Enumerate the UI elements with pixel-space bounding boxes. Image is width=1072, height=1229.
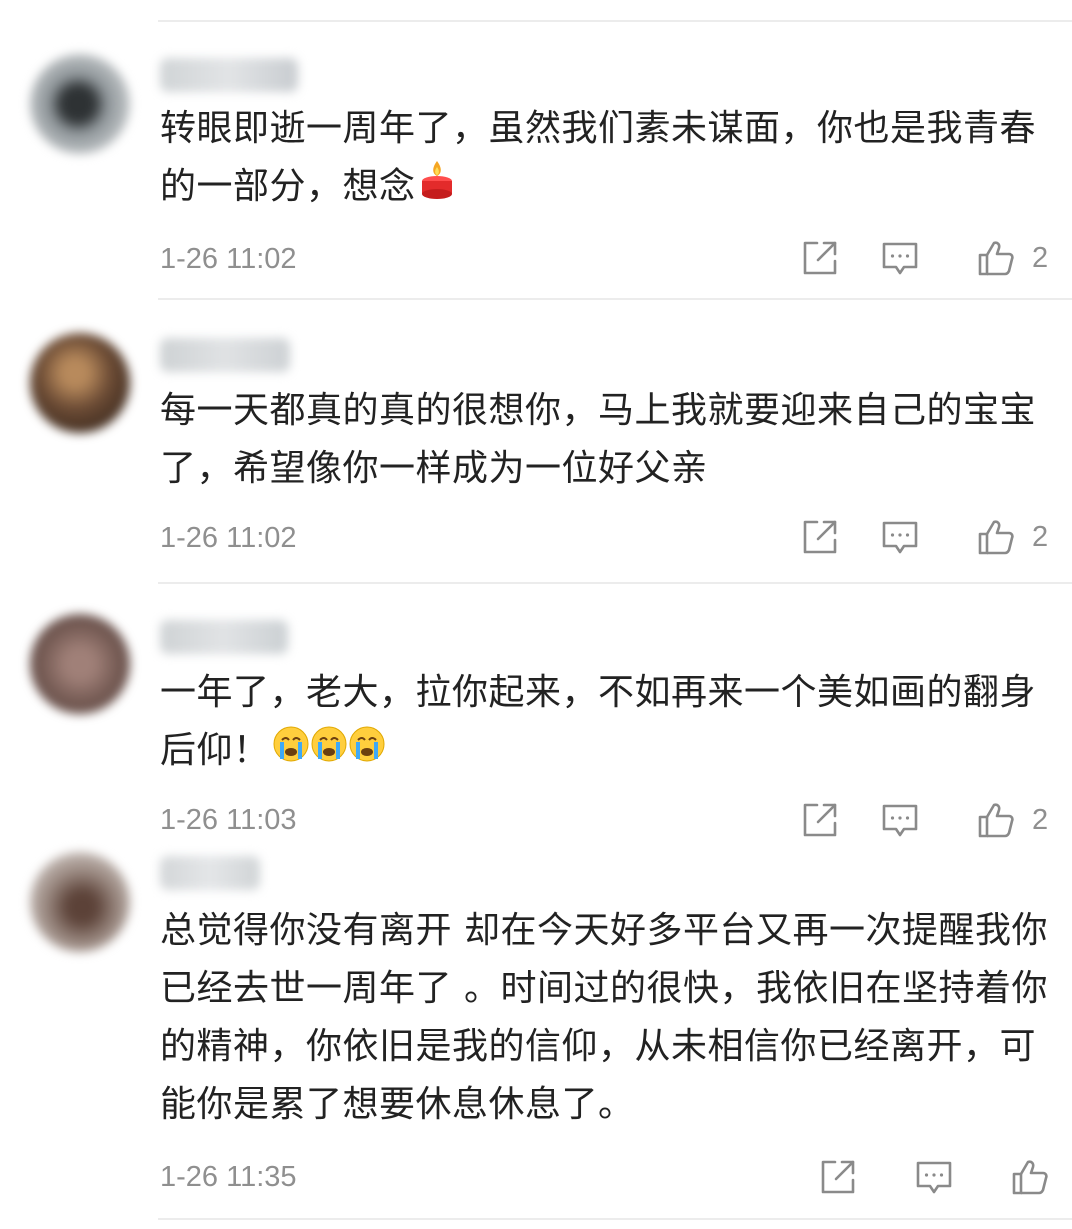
timestamp: 1-26 11:35 <box>160 1161 297 1193</box>
comment-item: 总觉得你没有离开 却在今天好多平台又再一次提醒我你已经去世一周年了 。时间过的很… <box>0 0 1072 1229</box>
like-button[interactable] <box>1010 1157 1050 1197</box>
share-icon[interactable] <box>818 1157 858 1197</box>
comment-actions <box>818 1155 1050 1199</box>
comment-text: 总觉得你没有离开 却在今天好多平台又再一次提醒我你已经去世一周年了 。时间过的很… <box>160 910 1048 1125</box>
comment-icon[interactable] <box>914 1157 954 1197</box>
username[interactable] <box>160 856 260 890</box>
avatar[interactable] <box>30 852 130 952</box>
like-icon <box>1010 1157 1050 1197</box>
divider <box>158 1218 1072 1220</box>
comment-list: 转眼即逝一周年了，虽然我们素未谋面，你也是我青春的一部分，想念 1-26 11:… <box>0 0 1072 1229</box>
